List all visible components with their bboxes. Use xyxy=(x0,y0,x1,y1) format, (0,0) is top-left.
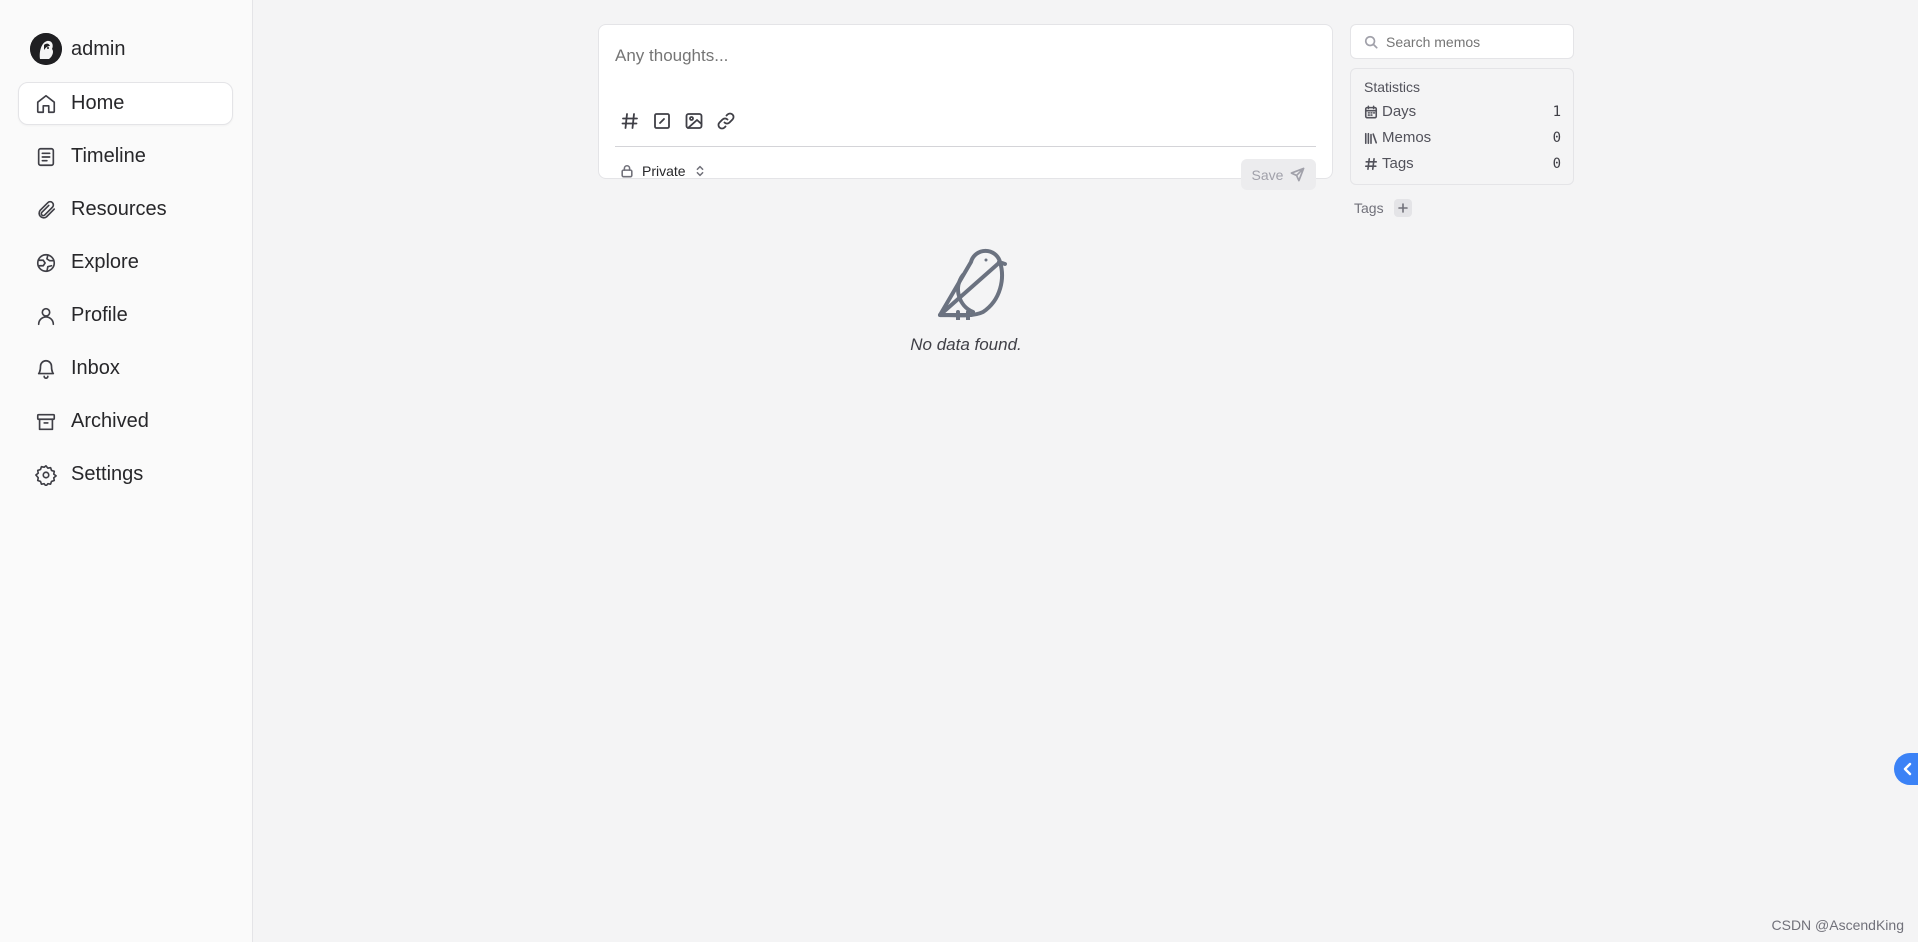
statistics-panel: Statistics Days 1 Memos 0 Tags 0 xyxy=(1350,68,1574,185)
username: admin xyxy=(71,37,126,60)
statistics-title: Statistics xyxy=(1364,79,1421,95)
hashtag-icon[interactable] xyxy=(620,111,640,131)
bell-icon xyxy=(35,358,57,380)
home-icon xyxy=(35,93,57,115)
add-tag-button[interactable] xyxy=(1393,199,1412,217)
sidebar-item-label: Timeline xyxy=(71,145,146,167)
sidebar-item-label: Inbox xyxy=(71,357,120,379)
memo-input[interactable] xyxy=(615,46,1315,66)
sidebar-item-home[interactable]: Home xyxy=(18,82,233,125)
tags-label: Tags xyxy=(1354,200,1384,216)
stat-label: Memos xyxy=(1382,129,1432,146)
stat-value: 0 xyxy=(1552,129,1561,146)
save-label: Save xyxy=(1251,166,1284,183)
timeline-icon xyxy=(35,146,57,168)
sidebar-item-label: Settings xyxy=(71,463,144,485)
sidebar-item-resources[interactable]: Resources xyxy=(18,188,233,231)
stat-tags: Tags 0 xyxy=(1364,155,1561,172)
memo-editor: Private Save xyxy=(598,24,1333,190)
search-input[interactable] xyxy=(1386,33,1566,50)
bird-icon xyxy=(938,248,1007,322)
collapse-panel-button[interactable] xyxy=(1894,753,1918,785)
chevron-left-icon xyxy=(1903,762,1912,776)
search-icon xyxy=(1364,35,1378,49)
stat-days: Days 1 xyxy=(1364,103,1561,120)
hashtag-icon xyxy=(1364,157,1378,170)
stat-label: Days xyxy=(1382,103,1417,120)
sidebar: admin Home Timeline Resources Explore Pr… xyxy=(0,0,253,942)
sidebar-item-timeline[interactable]: Timeline xyxy=(18,135,233,178)
empty-state: No data found. xyxy=(898,240,1034,355)
visibility-label: Private xyxy=(642,163,686,179)
editor-toolbar xyxy=(620,111,736,131)
visibility-select[interactable]: Private xyxy=(620,163,706,179)
calendar-icon xyxy=(1364,105,1378,118)
gear-icon xyxy=(35,464,57,486)
sidebar-nav: Home Timeline Resources Explore Profile xyxy=(18,82,233,506)
plus-icon xyxy=(1397,203,1408,213)
sidebar-item-archived[interactable]: Archived xyxy=(18,400,233,443)
sidebar-item-label: Archived xyxy=(71,410,149,432)
sidebar-item-settings[interactable]: Settings xyxy=(18,453,233,496)
paperclip-icon xyxy=(35,199,57,221)
empty-state-text: No data found. xyxy=(910,335,1022,354)
sidebar-item-label: Home xyxy=(71,92,125,114)
globe-icon xyxy=(35,252,57,274)
avatar xyxy=(30,33,62,65)
stat-value: 1 xyxy=(1552,103,1561,120)
checkbox-icon[interactable] xyxy=(652,111,672,131)
editor-divider xyxy=(615,146,1316,147)
user-icon xyxy=(35,305,57,327)
search-box[interactable] xyxy=(1350,24,1574,59)
sidebar-item-label: Explore xyxy=(71,251,139,273)
sidebar-item-profile[interactable]: Profile xyxy=(18,294,233,337)
sidebar-item-inbox[interactable]: Inbox xyxy=(18,347,233,390)
stat-value: 0 xyxy=(1552,155,1561,172)
lock-icon xyxy=(621,165,633,178)
stat-label: Tags xyxy=(1382,155,1414,172)
send-icon xyxy=(1291,167,1305,182)
tags-section: Tags xyxy=(1354,199,1412,217)
save-button[interactable]: Save xyxy=(1241,159,1316,190)
sidebar-item-label: Profile xyxy=(71,304,128,326)
link-icon[interactable] xyxy=(716,111,736,131)
stat-memos: Memos 0 xyxy=(1364,129,1561,146)
sidebar-item-label: Resources xyxy=(71,198,167,220)
library-icon xyxy=(1364,132,1378,144)
sidebar-item-explore[interactable]: Explore xyxy=(18,241,233,284)
user-menu[interactable]: admin xyxy=(30,33,125,65)
archive-icon xyxy=(35,411,57,433)
image-icon[interactable] xyxy=(684,111,704,131)
chevrons-up-down-icon xyxy=(696,165,703,177)
watermark: CSDN @AscendKing xyxy=(1771,917,1905,933)
